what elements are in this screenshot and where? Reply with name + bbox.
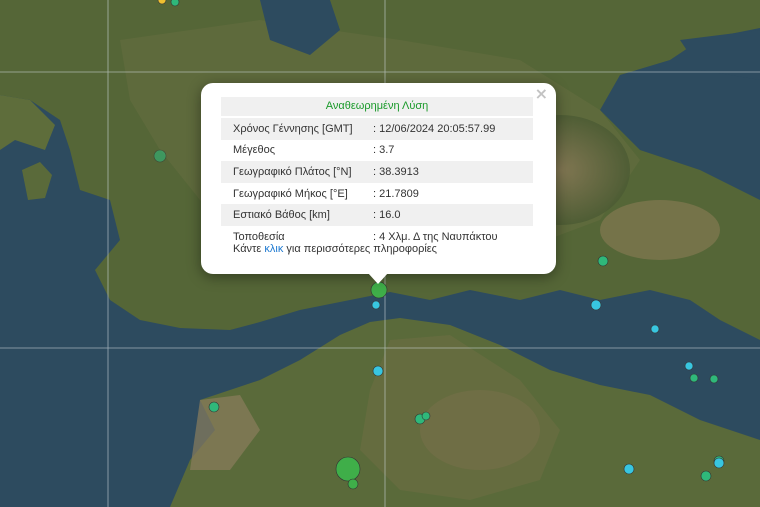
event-marker[interactable] [372, 365, 384, 377]
event-marker[interactable] [170, 0, 180, 7]
event-marker[interactable] [421, 411, 431, 421]
event-marker[interactable] [347, 478, 359, 490]
info-row-latitude: Γεωγραφικό Πλάτος [°N] : 38.3913 [221, 161, 533, 183]
event-marker[interactable] [709, 374, 719, 384]
event-marker[interactable] [208, 401, 220, 413]
event-marker[interactable] [689, 373, 699, 383]
info-value: : 12/06/2024 20:05:57.99 [373, 122, 496, 135]
event-marker[interactable] [684, 361, 694, 371]
info-value: : 38.3913 [373, 165, 419, 178]
close-icon[interactable]: × [535, 86, 548, 102]
popup-pointer [368, 273, 388, 284]
event-marker[interactable] [700, 470, 712, 482]
event-marker[interactable] [623, 463, 635, 475]
event-marker-selected[interactable] [370, 281, 388, 299]
info-row-longitude: Γεωγραφικό Μήκος [°E] : 21.7809 [221, 183, 533, 205]
info-label: Μέγεθος [233, 144, 276, 157]
event-marker[interactable] [371, 300, 381, 310]
event-marker[interactable] [335, 456, 361, 482]
info-label: Χρόνος Γέννησης [GMT] [233, 122, 353, 135]
more-info-link[interactable]: κλικ [264, 243, 283, 255]
info-label: Γεωγραφικό Μήκος [°E] [233, 187, 348, 200]
event-marker[interactable] [590, 299, 602, 311]
info-row-time: Χρόνος Γέννησης [GMT] : 12/06/2024 20:05… [221, 118, 533, 140]
event-marker[interactable] [597, 255, 609, 267]
event-marker[interactable] [650, 324, 660, 334]
info-value: : 21.7809 [373, 187, 419, 200]
info-label: Τοποθεσία [233, 230, 285, 243]
more-info-line: Κάντε κλικ για περισσότερες πληροφορίες [233, 243, 437, 255]
info-value: : 4 Χλμ. Δ της Ναυπάκτου [373, 230, 498, 243]
popup-title: Αναθεωρημένη Λύση [221, 97, 533, 116]
info-value: : 16.0 [373, 209, 401, 222]
event-marker[interactable] [713, 457, 725, 469]
info-label: Γεωγραφικό Πλάτος [°N] [233, 165, 352, 178]
info-value: : 3.7 [373, 144, 395, 157]
event-marker[interactable] [153, 149, 167, 163]
more-info-suffix: για περισσότερες πληροφορίες [283, 243, 437, 255]
info-row-magnitude: Μέγεθος : 3.7 [221, 140, 533, 162]
more-info-prefix: Κάντε [233, 243, 265, 255]
earthquake-info-popup: × Αναθεωρημένη Λύση Χρόνος Γέννησης [GMT… [201, 83, 556, 274]
info-table: Χρόνος Γέννησης [GMT] : 12/06/2024 20:05… [221, 118, 533, 248]
info-row-depth: Εστιακό Βάθος [km] : 16.0 [221, 204, 533, 226]
info-label: Εστιακό Βάθος [km] [233, 209, 330, 222]
